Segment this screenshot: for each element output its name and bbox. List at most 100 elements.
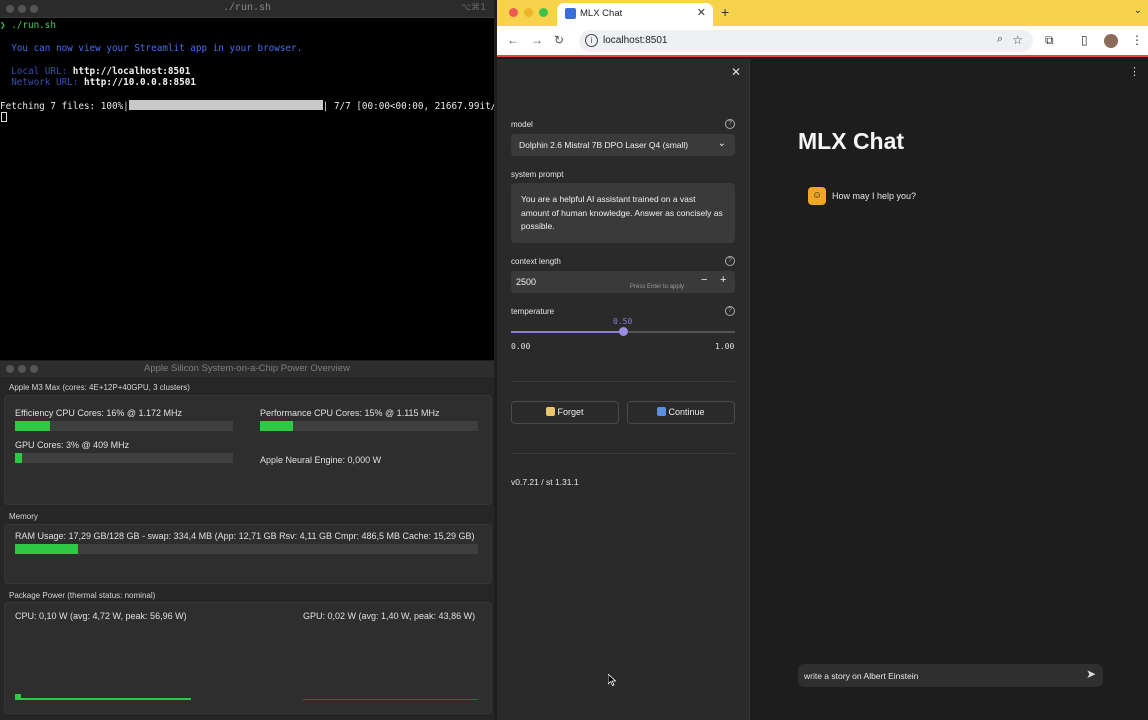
terminal-network-url-line: Network URL: http://10.0.0.8:8501 xyxy=(0,77,196,88)
browser-window: MLX Chat ✕ + ⌄ ← → ↻ i localhost:8501 ⌕ … xyxy=(497,0,1148,720)
zoom-icon[interactable]: ⌕ xyxy=(997,33,1003,46)
pcpu-bar-fill xyxy=(260,421,293,431)
minimize-light-icon[interactable] xyxy=(524,8,533,17)
temperature-slider-thumb[interactable] xyxy=(618,327,628,336)
ram-bar-fill xyxy=(15,544,78,554)
terminal-local-url-line: Local URL: http://localhost:8501 xyxy=(0,66,190,77)
new-tab-icon[interactable]: + xyxy=(721,4,729,20)
terminal-title: ./run.sh xyxy=(222,3,271,14)
version-label: v0.7.21 / st 1.31.1 xyxy=(511,477,579,487)
forget-button[interactable]: Forget xyxy=(511,401,619,424)
tab-mlx-chat[interactable]: MLX Chat ✕ xyxy=(557,3,713,26)
terminal-window: ./run.sh ⌥⌘1 ❯ ./run.sh You can now view… xyxy=(0,0,494,360)
power-titlebar: Apple Silicon System-on-a-Chip Power Ove… xyxy=(0,361,494,377)
assistant-message: How may I help you? xyxy=(832,191,917,201)
info-icon[interactable]: i xyxy=(585,34,598,47)
temperature-slider-fill xyxy=(511,331,623,333)
app-menu-icon[interactable]: ⋮ xyxy=(1129,65,1140,78)
context-length-label: context length xyxy=(511,257,561,266)
send-icon[interactable]: ➤ xyxy=(1086,667,1096,681)
profile-avatar[interactable] xyxy=(1104,34,1118,48)
system-prompt-textarea[interactable]: You are a helpful AI assistant trained o… xyxy=(511,183,735,243)
page-title: MLX Chat xyxy=(798,128,905,154)
memory-section-label: Memory xyxy=(9,512,38,521)
local-url-label: Local URL: xyxy=(0,66,73,77)
ecpu-bar xyxy=(15,421,233,431)
assistant-avatar-icon: ☺ xyxy=(808,187,826,205)
close-tab-icon[interactable]: ✕ xyxy=(697,6,706,19)
chat-input[interactable]: write a story on Albert Einstein ➤ xyxy=(798,664,1103,687)
local-url[interactable]: http://localhost:8501 xyxy=(73,66,191,77)
continue-emoji-icon xyxy=(657,407,667,416)
cpu-power-sparkline xyxy=(21,698,191,700)
power-monitor-window: Apple Silicon System-on-a-Chip Power Ove… xyxy=(0,361,494,720)
gpu-bar-fill xyxy=(15,453,22,463)
ane-label: Apple Neural Engine: 0,000 W xyxy=(260,455,382,465)
continue-button[interactable]: Continue xyxy=(627,401,735,424)
terminal-shortcut: ⌥⌘1 xyxy=(460,3,486,13)
browser-toolbar: ← → ↻ i localhost:8501 ⌕ ☆ ⧉ ▯ ⋮ xyxy=(497,26,1148,57)
terminal-view-message: You can now view your Streamlit app in y… xyxy=(0,43,303,54)
model-select[interactable]: Dolphin 2.6 Mistral 7B DPO Laser Q4 (sma… xyxy=(511,134,735,156)
increment-button[interactable]: + xyxy=(720,274,726,286)
settings-sidebar: ✕ model ? Dolphin 2.6 Mistral 7B DPO Las… xyxy=(497,59,750,720)
network-url-label: Network URL: xyxy=(0,77,84,88)
network-url[interactable]: http://10.0.0.8:8501 xyxy=(84,77,196,88)
ecpu-bar-fill xyxy=(15,421,50,431)
context-length-hint: Press Enter to apply xyxy=(630,284,685,290)
gpu-power-sparkline xyxy=(303,699,478,700)
gpu-power-label: GPU: 0,02 W (avg: 1,40 W, peak: 43,86 W) xyxy=(303,611,476,621)
tab-strip: MLX Chat ✕ + ⌄ xyxy=(497,0,1148,26)
chat-main: ⋮ MLX Chat ☺ How may I help you? write a… xyxy=(751,59,1148,720)
model-help-icon[interactable]: ? xyxy=(725,119,735,129)
model-select-value: Dolphin 2.6 Mistral 7B DPO Laser Q4 (sma… xyxy=(519,140,689,150)
forget-emoji-icon xyxy=(546,407,556,416)
terminal-titlebar: ./run.sh ⌥⌘1 xyxy=(0,0,494,18)
terminal-prompt-line: ❯ ./run.sh xyxy=(0,20,56,31)
zoom-light-icon[interactable] xyxy=(539,8,548,17)
terminal-cursor xyxy=(1,112,7,122)
address-bar[interactable]: i localhost:8501 ⌕ ☆ xyxy=(579,30,1033,52)
back-icon[interactable]: ← xyxy=(507,33,519,47)
close-light-icon[interactable] xyxy=(509,8,518,17)
address-url: localhost:8501 xyxy=(603,35,668,46)
terminal-fetch-line: Fetching 7 files: 100%| | 7/7 [00:00<00:0… xyxy=(0,100,494,112)
package-section-label: Package Power (thermal status: nominal) xyxy=(9,591,156,600)
fetch-progress-bar xyxy=(128,100,323,110)
side-panel-icon[interactable]: ▯ xyxy=(1081,33,1088,47)
pcpu-label: Performance CPU Cores: 15% @ 1.115 MHz xyxy=(260,408,440,418)
divider xyxy=(511,453,735,454)
power-title: Apple Silicon System-on-a-Chip Power Ove… xyxy=(144,363,350,374)
chip-label: Apple M3 Max (cores: 4E+12P+40GPU, 3 clu… xyxy=(9,383,190,392)
chevron-down-icon[interactable]: ⌄ xyxy=(1134,5,1142,16)
ram-label: RAM Usage: 17,29 GB/128 GB - swap: 334,4… xyxy=(15,531,475,541)
memory-panel: RAM Usage: 17,29 GB/128 GB - swap: 334,4… xyxy=(4,524,492,584)
decrement-button[interactable]: − xyxy=(701,274,707,286)
tab-title: MLX Chat xyxy=(580,8,623,19)
context-length-help-icon[interactable]: ? xyxy=(725,256,735,266)
close-sidebar-icon[interactable]: ✕ xyxy=(731,65,741,79)
chat-input-value: write a story on Albert Einstein xyxy=(804,671,919,681)
temperature-value: 0.50 xyxy=(613,317,633,326)
model-label: model xyxy=(511,120,533,129)
temperature-help-icon[interactable]: ? xyxy=(725,306,735,316)
cpu-power-label: CPU: 0,10 W (avg: 4,72 W, peak: 56,96 W) xyxy=(15,611,187,621)
extensions-icon[interactable]: ⧉ xyxy=(1045,33,1054,48)
reload-icon[interactable]: ↻ xyxy=(554,33,564,47)
gpu-bar xyxy=(15,453,233,463)
forward-icon[interactable]: → xyxy=(531,33,543,47)
bookmark-star-icon[interactable]: ☆ xyxy=(1012,33,1023,47)
forget-label: Forget xyxy=(557,407,584,417)
context-length-input[interactable]: 2500 Press Enter to apply − + xyxy=(511,271,735,293)
ecpu-label: Efficiency CPU Cores: 16% @ 1.172 MHz xyxy=(15,408,183,418)
fetch-suffix: | 7/7 [00:00<00:00, 21667.99it/s] xyxy=(322,101,494,112)
favicon-icon xyxy=(565,8,576,19)
divider xyxy=(511,381,735,382)
temperature-min: 0.00 xyxy=(511,342,531,351)
context-length-value: 2500 xyxy=(516,277,537,287)
mouse-pointer-icon xyxy=(608,674,616,686)
ram-bar xyxy=(15,544,478,554)
temperature-label: temperature xyxy=(511,307,555,316)
menu-kebab-icon[interactable]: ⋮ xyxy=(1131,33,1143,47)
temperature-max: 1.00 xyxy=(715,342,735,351)
